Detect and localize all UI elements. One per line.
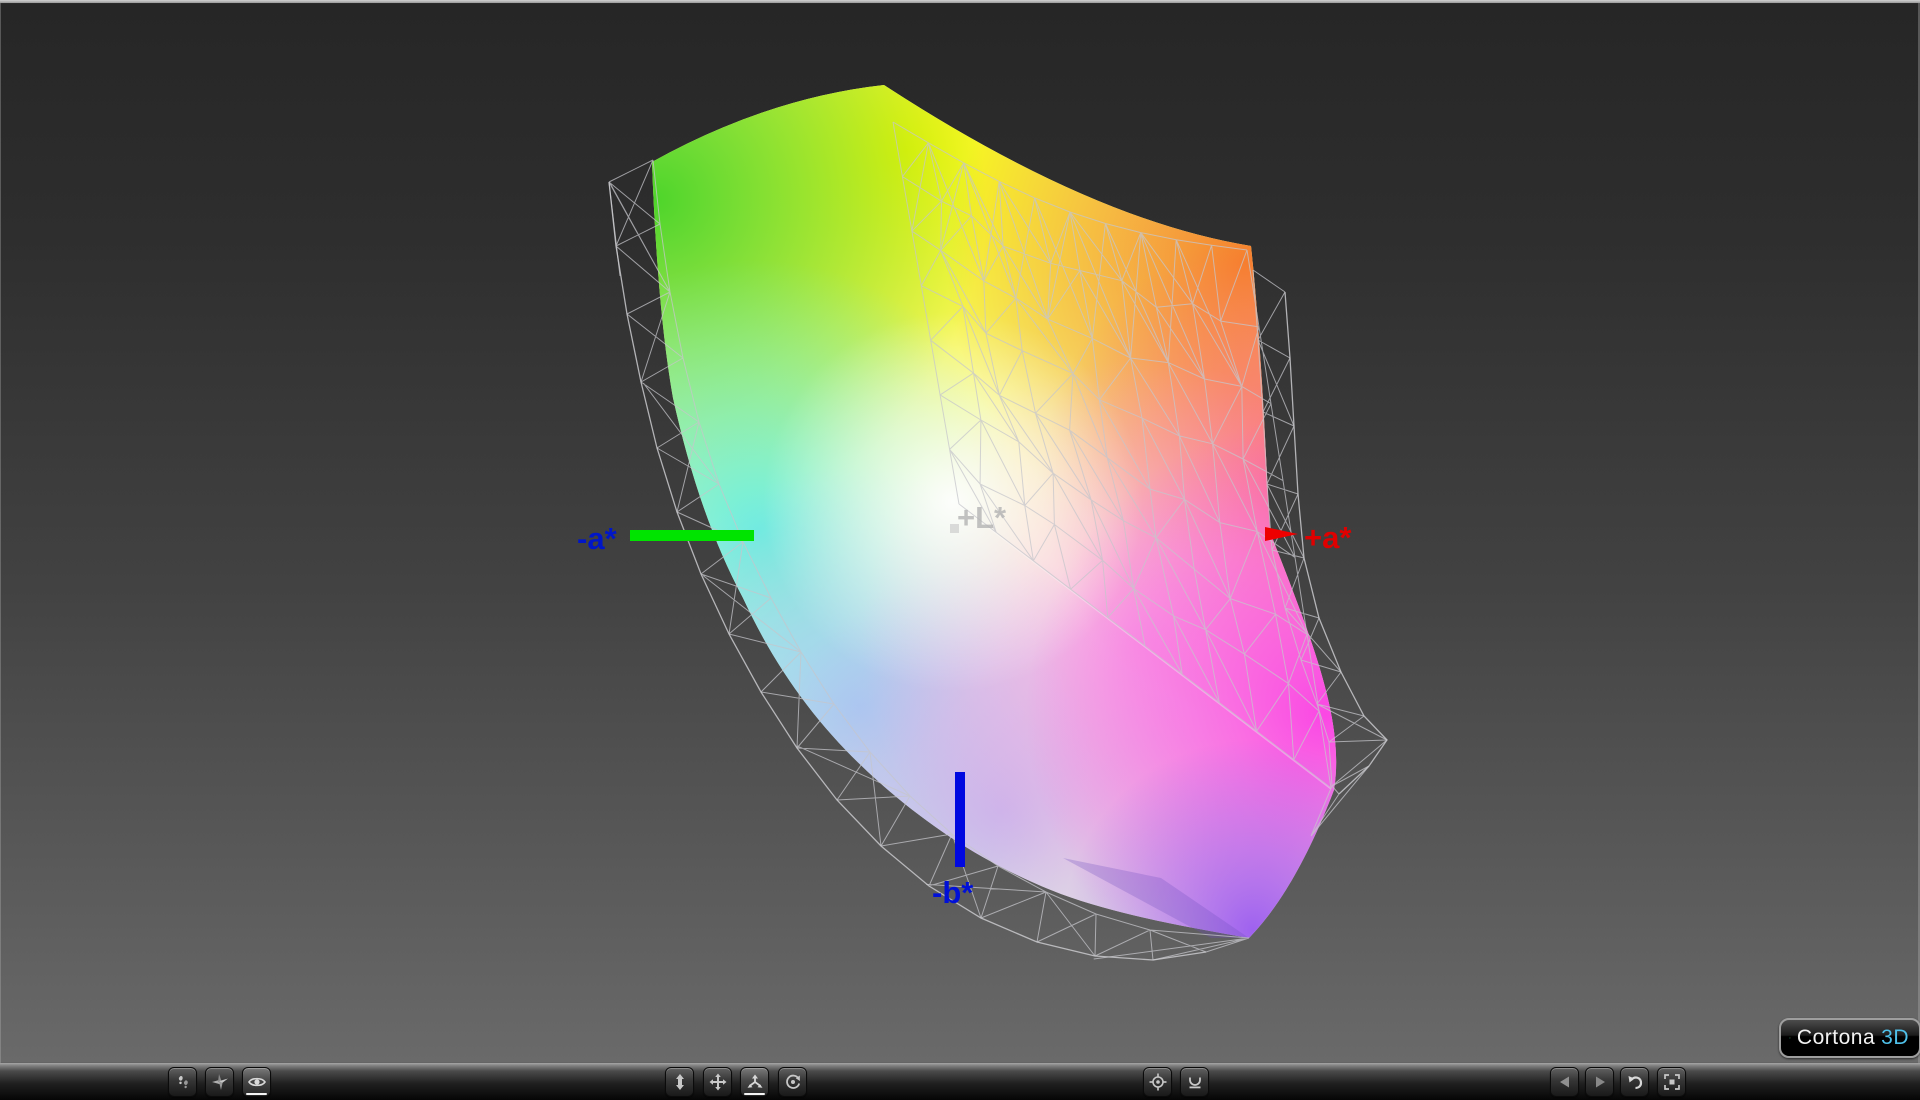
vertical-arrows-icon <box>675 1074 684 1090</box>
straighten-button[interactable] <box>1180 1067 1209 1097</box>
footprints-icon <box>178 1076 188 1089</box>
pan-button[interactable] <box>703 1067 732 1097</box>
seek-button[interactable] <box>1143 1067 1172 1097</box>
cortona3d-star-icon <box>1789 1037 1791 1039</box>
brand-suffix: 3D <box>1881 1026 1909 1049</box>
restore-viewpoint-button[interactable] <box>1620 1067 1649 1097</box>
3d-viewport[interactable]: -a* +a* -b* +L* Cortona 3D <box>0 3 1920 1063</box>
brand-text: Cortona <box>1796 1026 1876 1049</box>
horizon-icon <box>1188 1077 1201 1089</box>
walk-button[interactable] <box>168 1067 197 1097</box>
neg-a-axis-label: -a* <box>577 521 618 556</box>
pos-a-axis-label: +a* <box>1304 520 1352 555</box>
pos-l-axis-label: +L* <box>957 500 1007 535</box>
next-viewpoint-button[interactable] <box>1585 1067 1614 1097</box>
examine-button[interactable] <box>242 1067 271 1097</box>
crosshair-icon <box>1149 1073 1166 1091</box>
pan-arrows-icon <box>709 1073 726 1091</box>
neg-b-axis-line <box>955 772 965 867</box>
turn-button[interactable] <box>740 1067 769 1097</box>
viewer-toolbar <box>0 1063 1920 1100</box>
neg-a-axis-line <box>630 530 754 541</box>
fly-button[interactable] <box>205 1067 234 1097</box>
left-triangle-icon <box>1559 1076 1569 1088</box>
window-top-edge <box>0 0 1920 3</box>
eye-icon <box>247 1077 266 1087</box>
orbit-arrow-icon <box>785 1074 800 1089</box>
gamut-model[interactable]: -a* +a* -b* +L* <box>1 3 1920 1063</box>
undo-arrow-icon <box>1628 1076 1642 1090</box>
prev-viewpoint-button[interactable] <box>1550 1067 1579 1097</box>
neg-b-axis-label: -b* <box>932 875 974 910</box>
fit-window-button[interactable] <box>1657 1067 1686 1097</box>
fit-frame-icon <box>1663 1074 1680 1090</box>
fly-star-icon <box>211 1074 228 1090</box>
turn-arrows-icon <box>747 1074 762 1088</box>
go-up-down-button[interactable] <box>665 1067 694 1097</box>
spin-button[interactable] <box>778 1067 807 1097</box>
cortona3d-window: -a* +a* -b* +L* Cortona 3D <box>0 0 1920 1100</box>
right-triangle-icon <box>1595 1076 1605 1088</box>
cortona3d-logo-badge[interactable]: Cortona 3D <box>1779 1018 1920 1058</box>
